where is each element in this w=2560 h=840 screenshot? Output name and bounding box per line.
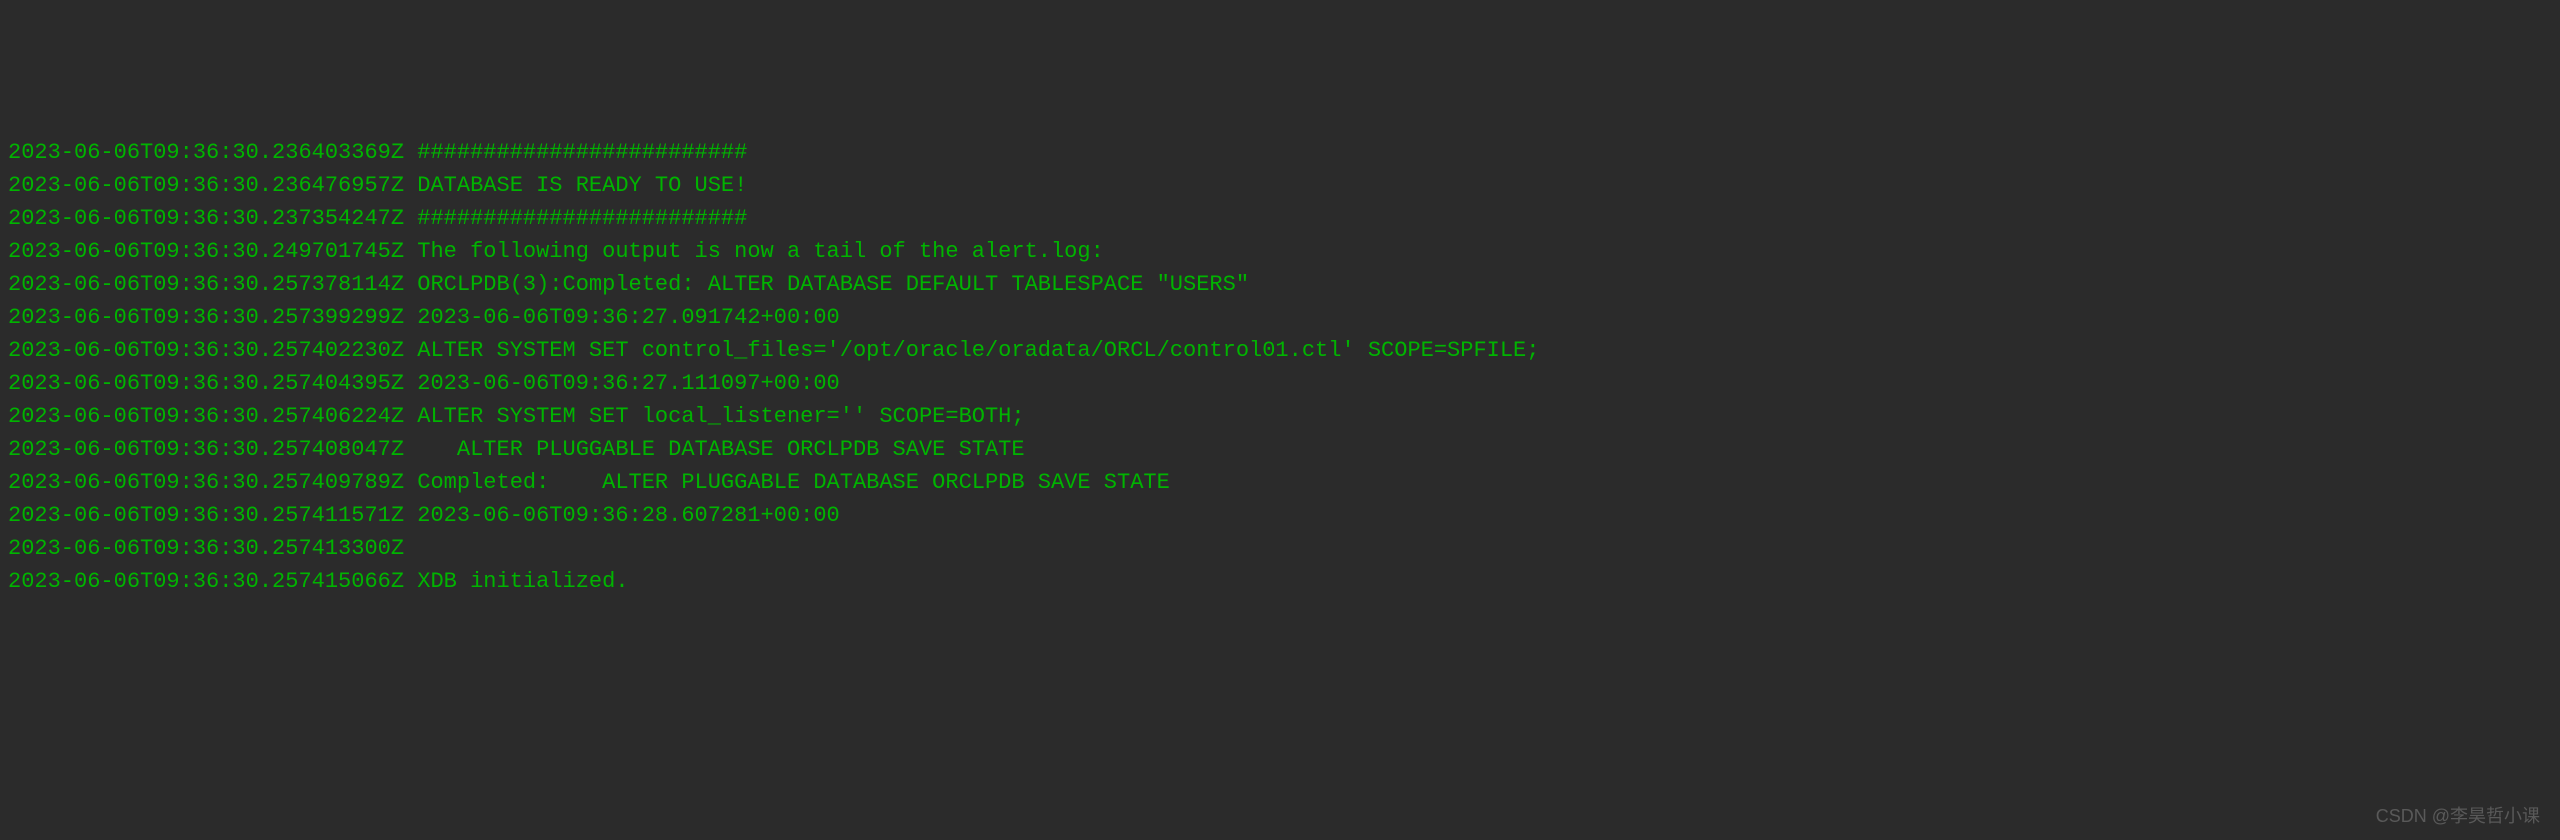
log-line: 2023-06-06T09:36:30.236403369Z #########… [8, 136, 2552, 169]
log-line: 2023-06-06T09:36:30.257408047Z ALTER PLU… [8, 433, 2552, 466]
log-message: Completed: ALTER PLUGGABLE DATABASE ORCL… [417, 470, 1170, 495]
log-message: ######################### [417, 206, 747, 231]
log-line: 2023-06-06T09:36:30.257406224Z ALTER SYS… [8, 400, 2552, 433]
log-message: ALTER SYSTEM SET local_listener='' SCOPE… [417, 404, 1024, 429]
log-line: 2023-06-06T09:36:30.257411571Z 2023-06-0… [8, 499, 2552, 532]
log-timestamp: 2023-06-06T09:36:30.236476957Z [8, 173, 404, 198]
log-message: The following output is now a tail of th… [417, 239, 1104, 264]
log-timestamp: 2023-06-06T09:36:30.257415066Z [8, 569, 404, 594]
log-message: ALTER SYSTEM SET control_files='/opt/ora… [417, 338, 1539, 363]
log-line: 2023-06-06T09:36:30.257402230Z ALTER SYS… [8, 334, 2552, 367]
log-timestamp: 2023-06-06T09:36:30.257378114Z [8, 272, 404, 297]
log-message: ALTER PLUGGABLE DATABASE ORCLPDB SAVE ST… [417, 437, 1024, 462]
log-timestamp: 2023-06-06T09:36:30.257402230Z [8, 338, 404, 363]
log-message: XDB initialized. [417, 569, 628, 594]
log-message: DATABASE IS READY TO USE! [417, 173, 747, 198]
log-line: 2023-06-06T09:36:30.257404395Z 2023-06-0… [8, 367, 2552, 400]
log-message: 2023-06-06T09:36:27.091742+00:00 [417, 305, 839, 330]
log-line: 2023-06-06T09:36:30.237354247Z #########… [8, 202, 2552, 235]
log-timestamp: 2023-06-06T09:36:30.257409789Z [8, 470, 404, 495]
log-timestamp: 2023-06-06T09:36:30.236403369Z [8, 140, 404, 165]
log-timestamp: 2023-06-06T09:36:30.257413300Z [8, 536, 404, 561]
log-message: ORCLPDB(3):Completed: ALTER DATABASE DEF… [417, 272, 1249, 297]
log-message: 2023-06-06T09:36:28.607281+00:00 [417, 503, 839, 528]
log-timestamp: 2023-06-06T09:36:30.257399299Z [8, 305, 404, 330]
log-line: 2023-06-06T09:36:30.257378114Z ORCLPDB(3… [8, 268, 2552, 301]
log-line: 2023-06-06T09:36:30.257409789Z Completed… [8, 466, 2552, 499]
log-timestamp: 2023-06-06T09:36:30.257406224Z [8, 404, 404, 429]
log-timestamp: 2023-06-06T09:36:30.249701745Z [8, 239, 404, 264]
log-line: 2023-06-06T09:36:30.236476957Z DATABASE … [8, 169, 2552, 202]
log-timestamp: 2023-06-06T09:36:30.257404395Z [8, 371, 404, 396]
log-line: 2023-06-06T09:36:30.257413300Z [8, 532, 2552, 565]
log-timestamp: 2023-06-06T09:36:30.237354247Z [8, 206, 404, 231]
log-timestamp: 2023-06-06T09:36:30.257411571Z [8, 503, 404, 528]
log-timestamp: 2023-06-06T09:36:30.257408047Z [8, 437, 404, 462]
log-line: 2023-06-06T09:36:30.257399299Z 2023-06-0… [8, 301, 2552, 334]
terminal-log-output: 2023-06-06T09:36:30.236403369Z #########… [8, 136, 2552, 598]
log-message: ######################### [417, 140, 747, 165]
log-line: 2023-06-06T09:36:30.249701745Z The follo… [8, 235, 2552, 268]
log-line: 2023-06-06T09:36:30.257415066Z XDB initi… [8, 565, 2552, 598]
watermark-text: CSDN @李昊哲小课 [2376, 803, 2540, 830]
log-message: 2023-06-06T09:36:27.111097+00:00 [417, 371, 839, 396]
